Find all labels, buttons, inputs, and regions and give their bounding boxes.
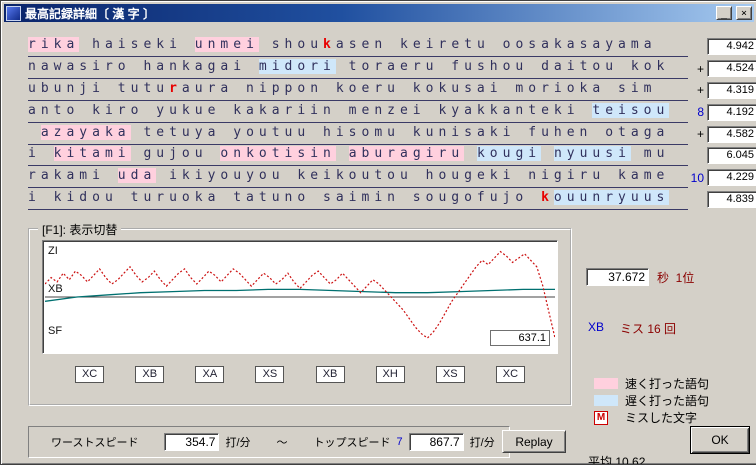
- ok-button[interactable]: OK: [690, 426, 750, 454]
- legend: 速く打った語句 遅く打った語句 M ミスした文字: [594, 377, 754, 425]
- typing-line-text: anto kiro yukue kakariin menzei kyakkant…: [28, 102, 688, 123]
- x-axis-tick: XS: [435, 366, 465, 383]
- typing-line-text: i kitami gujou onkotisin aburagiru kougi…: [28, 145, 688, 167]
- legend-item: 遅く打った語句: [594, 394, 754, 408]
- slow-swatch-icon: [594, 395, 618, 406]
- line-time-value: 4.942: [707, 38, 756, 56]
- line-time-value: 4.192: [707, 103, 756, 121]
- x-axis-labels: XC XB XA XS XB XH XS XC: [44, 366, 556, 383]
- line-time-value: 4.524: [707, 60, 756, 78]
- typing-line-row: nawasiro hankagai midori toraeru fushou …: [28, 58, 756, 80]
- top-speed-mark: 7: [396, 436, 403, 448]
- average-speed-text: 平均 10.62 打/秒 [F3]: [588, 422, 646, 465]
- x-axis-tick: XA: [195, 366, 225, 383]
- line-time-value: 4.229: [707, 169, 756, 187]
- time-rank: 秒 1位: [657, 270, 695, 285]
- x-axis-tick: XB: [315, 366, 345, 383]
- typing-line-row: azayaka tetuya youtuu hisomu kunisaki fu…: [28, 123, 756, 145]
- minimize-button[interactable]: _: [716, 6, 732, 20]
- typing-line-row: i kitami gujou onkotisin aburagiru kougi…: [28, 145, 756, 167]
- line-mark: +: [696, 83, 704, 98]
- tilde: ～: [276, 437, 288, 449]
- typing-line-text: azayaka tetuya youtuu hisomu kunisaki fu…: [28, 124, 688, 145]
- miss-count: ミス 16 回: [620, 322, 677, 336]
- worst-speed-unit: 打/分: [225, 437, 251, 449]
- line-mark: +: [696, 61, 704, 76]
- speed-chart: ZI XB SF 637.1: [42, 240, 558, 354]
- line-time-value: 4.839: [707, 190, 756, 208]
- last-speed-value: 637.1: [490, 330, 550, 346]
- x-axis-tick: XS: [255, 366, 285, 383]
- speed-chart-svg: [45, 250, 555, 339]
- typing-lines: rika haiseki unmei shoukasen keiretu oos…: [28, 36, 756, 210]
- top-speed-value: 867.7: [408, 433, 464, 451]
- graph-group: [F1]: 表示切替 ZI XB SF 637.1 XC XB XA XS XB XH XS…: [28, 221, 572, 406]
- grade-label: XB: [588, 320, 605, 334]
- legend-label: 遅く打った語句: [625, 394, 710, 408]
- y-axis-label-bottom: SF: [48, 325, 63, 337]
- line-mark: +: [696, 127, 704, 142]
- typing-line-text: i kidou turuoka tatuno saimin sougofujo …: [28, 189, 688, 210]
- replay-button[interactable]: Replay: [502, 430, 566, 453]
- titlebar[interactable]: 最高記録詳細〔 漢 字 〕 _ ×: [4, 4, 754, 22]
- line-time-value: 6.045: [707, 147, 756, 165]
- top-speed-unit: 打/分: [469, 437, 495, 449]
- line-time-value: 4.319: [707, 81, 756, 99]
- worst-speed-label: ワーストスピード: [51, 437, 139, 449]
- typing-line-row: i kidou turuoka tatuno saimin sougofujo …: [28, 189, 756, 211]
- speed-range-panel: ワーストスピード 354.7 打/分 ～ トップスピード 7 867.7 打/分: [28, 426, 510, 458]
- window-content: rika haiseki unmei shoukasen keiretu oos…: [4, 22, 756, 464]
- x-axis-tick: XC: [75, 366, 105, 383]
- legend-label: 速く打った語句: [625, 377, 710, 391]
- x-axis-tick: XC: [495, 366, 525, 383]
- typing-line-row: rika haiseki unmei shoukasen keiretu oos…: [28, 36, 756, 58]
- typing-line-row: ubunji tuturaura nippon koeru kokusai mo…: [28, 80, 756, 102]
- line-mark: 10: [690, 170, 704, 185]
- graph-group-label: [F1]: 表示切替: [38, 221, 122, 238]
- total-time-value: 37.672: [586, 268, 649, 286]
- line-time-value: 4.582: [707, 125, 756, 143]
- line-mark: 8: [697, 105, 704, 120]
- typing-line-row: anto kiro yukue kakariin menzei kyakkant…: [28, 101, 756, 123]
- legend-item: 速く打った語句: [594, 377, 754, 391]
- top-speed-label: トップスピード: [313, 437, 391, 449]
- fast-swatch-icon: [594, 378, 618, 389]
- worst-speed-value: 354.7: [164, 433, 220, 451]
- y-axis-label-top: ZI: [48, 245, 58, 257]
- app-icon: [6, 5, 21, 21]
- window-title: 最高記録詳細〔 漢 字 〕: [25, 6, 156, 21]
- typing-line-row: rakami uda ikiyouyou keikoutou hougeki n…: [28, 167, 756, 189]
- app-window: 最高記録詳細〔 漢 字 〕 _ × rika haiseki unmei sho…: [0, 0, 756, 465]
- x-axis-tick: XB: [135, 366, 165, 383]
- typing-line-text: nawasiro hankagai midori toraeru fushou …: [28, 58, 688, 80]
- close-button[interactable]: ×: [736, 6, 752, 20]
- typing-line-text: ubunji tuturaura nippon koeru kokusai mo…: [28, 80, 688, 101]
- typing-line-text: rakami uda ikiyouyou keikoutou hougeki n…: [28, 167, 688, 189]
- average-speed-line1: 平均 10.62: [588, 455, 646, 465]
- y-axis-label-mid: XB: [48, 283, 63, 295]
- typing-line-text: rika haiseki unmei shoukasen keiretu oos…: [28, 36, 688, 58]
- x-axis-tick: XH: [375, 366, 405, 383]
